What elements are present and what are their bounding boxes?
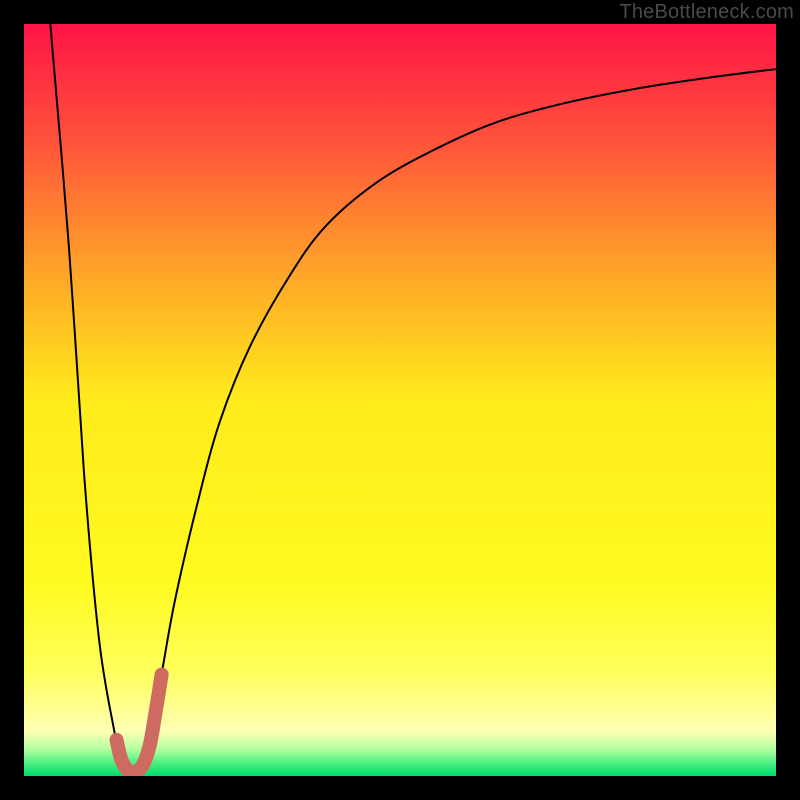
highlight-catenary-path (117, 674, 162, 772)
plot-area (24, 24, 776, 776)
watermark-text: TheBottleneck.com (619, 1, 794, 24)
chart-frame: TheBottleneck.com (0, 0, 800, 800)
curve-layer (24, 24, 776, 776)
bottleneck-curve-path (50, 24, 776, 773)
